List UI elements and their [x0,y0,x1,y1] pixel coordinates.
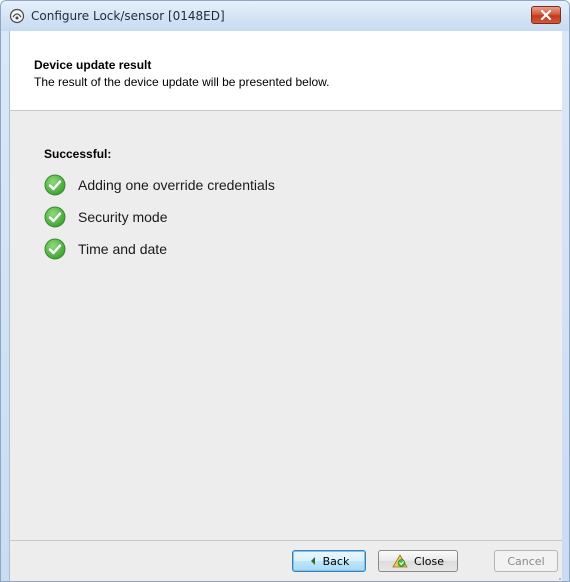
window-close-button[interactable] [531,6,561,24]
back-button-label: Back [322,554,350,568]
title-bar[interactable]: Configure Lock/sensor [0148ED] [1,1,569,31]
dialog-window: Configure Lock/sensor [0148ED] Device up… [0,0,570,582]
back-arrow-icon [309,556,317,566]
result-content: Successful: Adding one override credenti… [10,111,562,541]
result-item: Adding one override credentials [44,169,275,201]
header-subtitle: The result of the device update will be … [34,75,330,89]
successful-section-label: Successful: [44,147,112,161]
button-bar: Back Close Cancel [10,540,562,581]
result-item-label: Security mode [78,209,168,225]
app-icon [9,8,25,24]
close-icon [540,10,552,20]
close-button[interactable]: Close [378,550,458,572]
header-title: Device update result [34,58,152,72]
window-title: Configure Lock/sensor [0148ED] [31,9,225,23]
close-button-label: Close [414,554,444,568]
result-item: Time and date [44,233,275,265]
success-check-icon [44,174,66,196]
success-check-icon [44,206,66,228]
cancel-button-label: Cancel [507,554,545,568]
success-check-icon [44,238,66,260]
resize-grip-icon[interactable] [552,571,562,581]
back-button[interactable]: Back [292,550,366,572]
dialog-client-area: Device update result The result of the d… [9,31,562,581]
result-item-label: Adding one override credentials [78,177,275,193]
result-list: Adding one override credentials Security… [44,169,275,265]
result-item-label: Time and date [78,241,167,257]
cancel-button[interactable]: Cancel [494,550,558,572]
header-panel: Device update result The result of the d… [10,31,562,111]
close-warning-icon [392,554,408,568]
result-item: Security mode [44,201,275,233]
